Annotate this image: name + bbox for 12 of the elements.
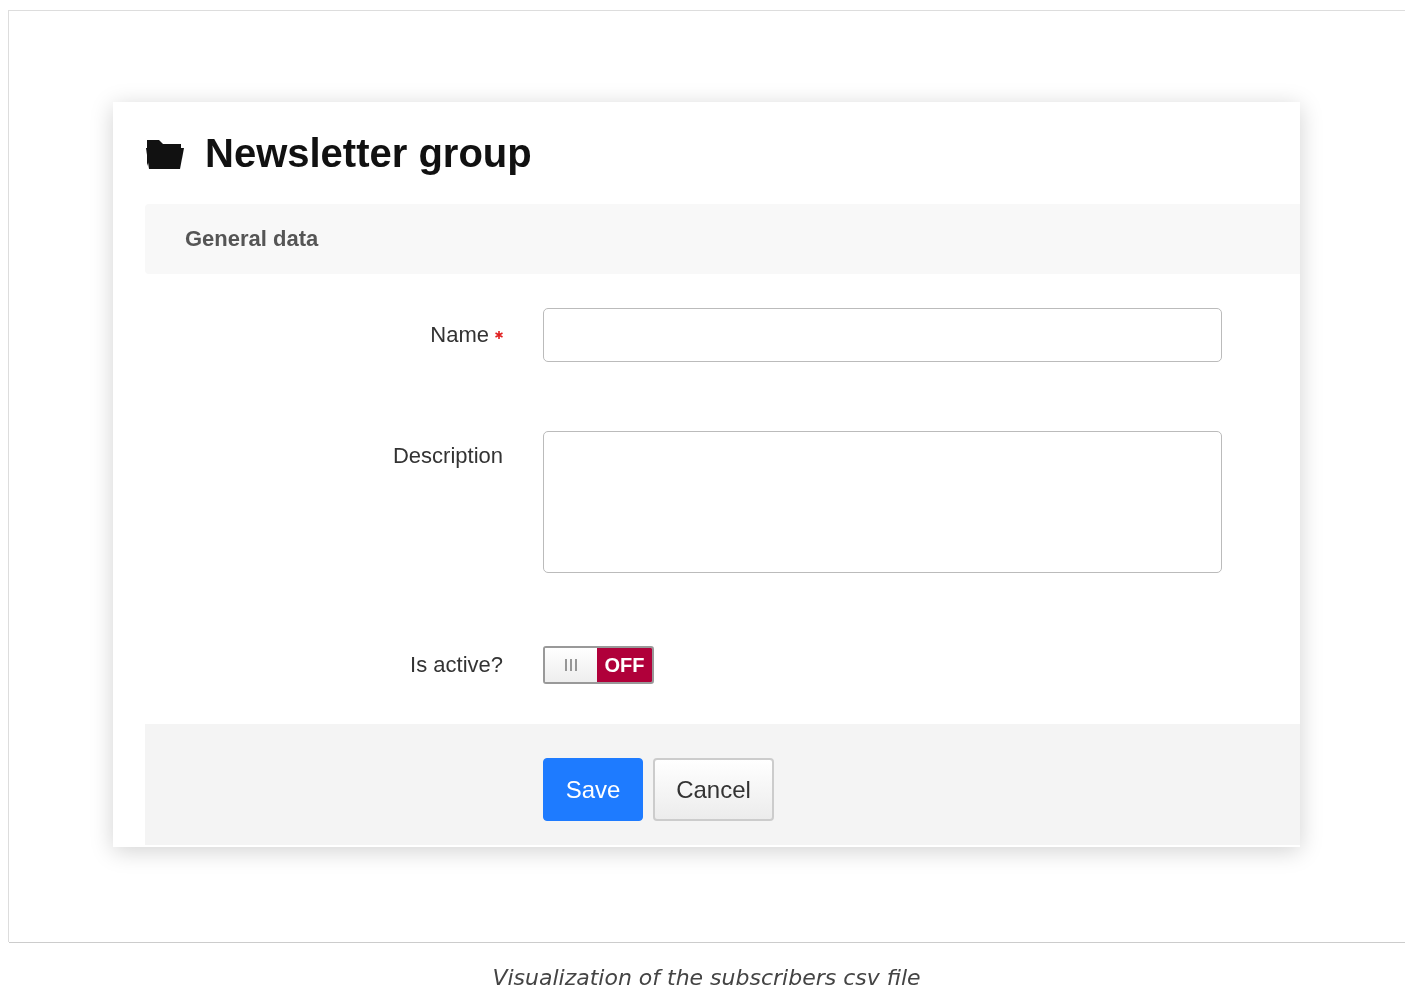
field-label: Name <box>430 322 489 348</box>
grip-icon <box>564 659 578 671</box>
name-field[interactable] <box>543 308 1222 362</box>
field-label: Is active? <box>410 652 503 678</box>
section-title: General data <box>185 226 319 252</box>
save-button[interactable]: Save <box>543 758 643 821</box>
cancel-button[interactable]: Cancel <box>653 758 774 821</box>
page-title: Newsletter group <box>205 130 532 176</box>
description-field[interactable] <box>543 431 1222 573</box>
toggle-switch[interactable]: OFF <box>543 646 654 684</box>
figure-caption: Visualization of the subscribers csv file <box>491 965 922 990</box>
field-label: Description <box>392 443 503 469</box>
